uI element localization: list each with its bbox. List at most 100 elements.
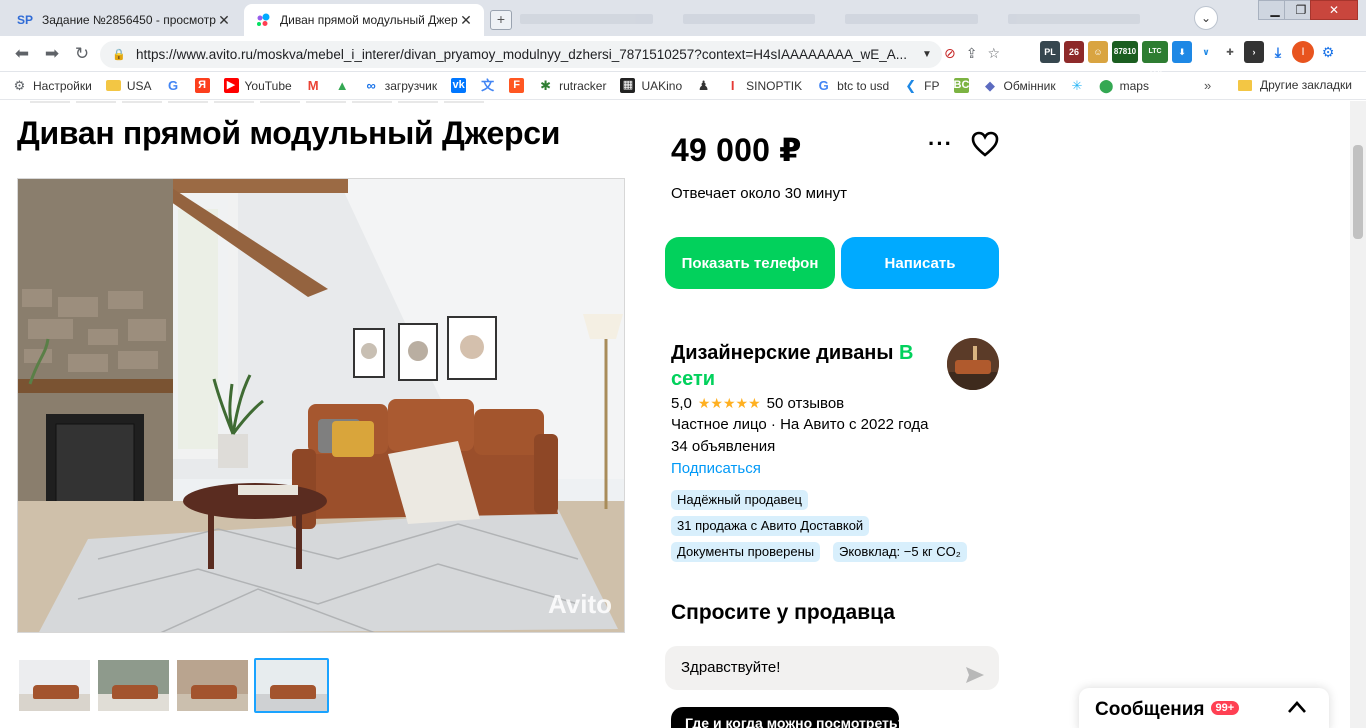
messages-panel[interactable]: Сообщения 99+ bbox=[1079, 688, 1329, 728]
bookmark-11[interactable]: ✱ rutracker bbox=[538, 78, 606, 93]
youtube-icon: ▶ bbox=[223, 78, 239, 93]
rating-stars-icon: ★★★★★ bbox=[697, 395, 761, 411]
seller-type: Частное лицо · На Авито с 2022 года bbox=[671, 416, 929, 433]
snowflake-icon: ✳ bbox=[1071, 78, 1083, 93]
gear-icon: ⚙ bbox=[13, 78, 26, 93]
bookmark-14[interactable]: I SINOPTIK bbox=[725, 78, 802, 93]
background-tabs bbox=[520, 8, 1140, 30]
seller-avatar[interactable] bbox=[947, 338, 999, 390]
dropdown-icon[interactable]: ▼ bbox=[920, 49, 934, 60]
message-input-value: Здравствуйте! bbox=[681, 659, 781, 676]
block-icon[interactable]: ⊘ bbox=[944, 45, 956, 62]
thumbnail-1[interactable] bbox=[17, 658, 92, 713]
downloads-icon[interactable]: ⤓ bbox=[1268, 41, 1288, 63]
address-bar[interactable]: 🔒 https://www.avito.ru/moskva/mebel_i_in… bbox=[100, 41, 942, 68]
bookmark-0[interactable]: ⚙ Настройки bbox=[12, 78, 92, 93]
tab-task[interactable]: SP Задание №2856450 - просмотр з ✕ bbox=[6, 4, 242, 36]
seller-name[interactable]: Дизайнерские диваны bbox=[671, 342, 893, 364]
badge-eco: Эковклад: −5 кг CO₂ bbox=[833, 542, 967, 562]
tab-search-icon[interactable]: ⌄ bbox=[1194, 6, 1218, 30]
puzzle-icon[interactable]: ✚ bbox=[1220, 41, 1240, 63]
thumbnail-2[interactable] bbox=[96, 658, 171, 713]
bookmark-label: FP bbox=[924, 78, 940, 93]
bookmark-4[interactable]: ▶ YouTube bbox=[223, 78, 292, 93]
film-icon: ▦ bbox=[620, 78, 636, 93]
btc-extension-icon[interactable]: 87810 bbox=[1112, 41, 1138, 63]
bookmark-18[interactable]: ◆ Обмінник bbox=[983, 78, 1056, 93]
bookmark-20[interactable]: ⬤ maps bbox=[1099, 78, 1149, 93]
response-time: Отвечает около 30 минут bbox=[671, 185, 847, 202]
rutracker-icon: ✱ bbox=[540, 78, 552, 93]
v-extension-icon[interactable]: ∨ bbox=[1196, 41, 1216, 63]
show-phone-button[interactable]: Показать телефон bbox=[665, 237, 835, 289]
tab-strip: SP Задание №2856450 - просмотр з ✕ Диван… bbox=[0, 0, 1366, 36]
bookmark-8[interactable]: vk bbox=[451, 78, 472, 93]
close-tab-icon[interactable]: ✕ bbox=[458, 12, 474, 29]
tab-avito[interactable]: Диван прямой модульный Джерс ✕ bbox=[244, 4, 484, 36]
gmail-icon: M bbox=[307, 78, 319, 93]
bookmark-label: Обмінник bbox=[1003, 78, 1056, 93]
thumbnail-3[interactable] bbox=[175, 658, 250, 713]
bookmark-1[interactable]: USA bbox=[105, 78, 152, 93]
maps-icon: ⬤ bbox=[1098, 78, 1114, 93]
bookmark-13[interactable]: ♟ bbox=[696, 78, 717, 93]
lock-icon: 🔒 bbox=[112, 49, 126, 61]
other-bookmarks[interactable]: Другие закладки bbox=[1238, 78, 1352, 92]
page-scrollbar[interactable] bbox=[1350, 101, 1366, 728]
bookmark-16[interactable]: ❮ FP bbox=[903, 78, 939, 93]
seller-name-block[interactable]: Дизайнерские диваны В сети bbox=[671, 340, 941, 392]
bookmark-15[interactable]: Gbtc to usd bbox=[816, 78, 890, 93]
loop-icon: ∞ bbox=[366, 78, 376, 93]
bookmark-5[interactable]: M bbox=[306, 78, 327, 93]
google-icon: G bbox=[167, 78, 179, 93]
seller-rating[interactable]: 5,0 ★★★★★ 50 отзывов bbox=[671, 395, 844, 412]
messages-label: Сообщения bbox=[1095, 699, 1205, 720]
pl-extension-icon[interactable]: PL bbox=[1040, 41, 1060, 63]
bookmark-17[interactable]: BC bbox=[953, 78, 975, 93]
reviews-link[interactable]: 50 отзывов bbox=[767, 395, 845, 412]
bookmark-label: USA bbox=[126, 78, 152, 93]
terminal-extension-icon[interactable]: › bbox=[1244, 41, 1264, 63]
bookmark-19[interactable]: ✳ bbox=[1070, 78, 1091, 93]
share-icon[interactable]: ⇪ bbox=[966, 45, 978, 62]
google-icon: G bbox=[818, 78, 829, 93]
write-button[interactable]: Написать bbox=[841, 237, 999, 289]
close-window-button[interactable]: ✕ bbox=[1310, 0, 1358, 20]
seller-ads-count[interactable]: 34 объявления bbox=[671, 438, 775, 455]
bookmark-7[interactable]: ∞ загрузчик bbox=[364, 78, 438, 93]
bookmark-star-icon[interactable]: ☆ bbox=[987, 45, 1000, 62]
face-extension-icon[interactable]: ☺ bbox=[1088, 41, 1108, 63]
bookmark-2[interactable]: G bbox=[166, 78, 187, 93]
favorite-heart-icon[interactable] bbox=[971, 131, 999, 162]
bookmark-3[interactable]: Я bbox=[194, 78, 216, 93]
bookmark-12[interactable]: ▦ UAKino bbox=[620, 78, 682, 93]
bookmark-6[interactable]: ▲ bbox=[335, 78, 356, 93]
new-tab-button[interactable]: + bbox=[490, 10, 512, 30]
subscribe-link[interactable]: Подписаться bbox=[671, 460, 761, 477]
bookmark-9[interactable]: 文 bbox=[480, 78, 501, 93]
chevron-up-icon[interactable] bbox=[1287, 700, 1307, 719]
close-tab-icon[interactable]: ✕ bbox=[216, 12, 232, 29]
forward-icon[interactable]: ➡ bbox=[40, 42, 64, 66]
send-icon[interactable] bbox=[965, 658, 985, 702]
counter-extension-icon[interactable]: 26 bbox=[1064, 41, 1084, 63]
bookmark-label: btc to usd bbox=[837, 78, 890, 93]
bookmark-10[interactable]: F bbox=[509, 78, 530, 93]
more-options-icon[interactable]: ··· bbox=[928, 131, 953, 157]
settings-gear-icon[interactable]: ⚙ bbox=[1318, 41, 1338, 63]
avito-icon bbox=[254, 12, 272, 28]
back-icon[interactable]: ⬅ bbox=[10, 42, 34, 66]
thumbnail-4-selected[interactable] bbox=[254, 658, 329, 713]
reload-icon[interactable]: ↻ bbox=[70, 42, 94, 66]
bookmark-label: UAKino bbox=[641, 78, 683, 93]
breadcrumb[interactable] bbox=[30, 101, 490, 103]
folder-icon bbox=[1238, 79, 1252, 91]
download-extension-icon[interactable]: ⬇ bbox=[1172, 41, 1192, 63]
ltc-extension-icon[interactable]: LTC 77.9 bbox=[1142, 41, 1168, 77]
message-input[interactable]: Здравствуйте! bbox=[665, 646, 999, 690]
bookmarks-more-icon[interactable]: » bbox=[1204, 78, 1211, 93]
scrollbar-thumb[interactable] bbox=[1353, 145, 1363, 239]
main-photo[interactable]: Avito bbox=[17, 178, 625, 633]
quick-question-button[interactable]: Где и когда можно посмотреть? bbox=[671, 707, 899, 728]
profile-avatar[interactable]: I bbox=[1292, 41, 1314, 63]
